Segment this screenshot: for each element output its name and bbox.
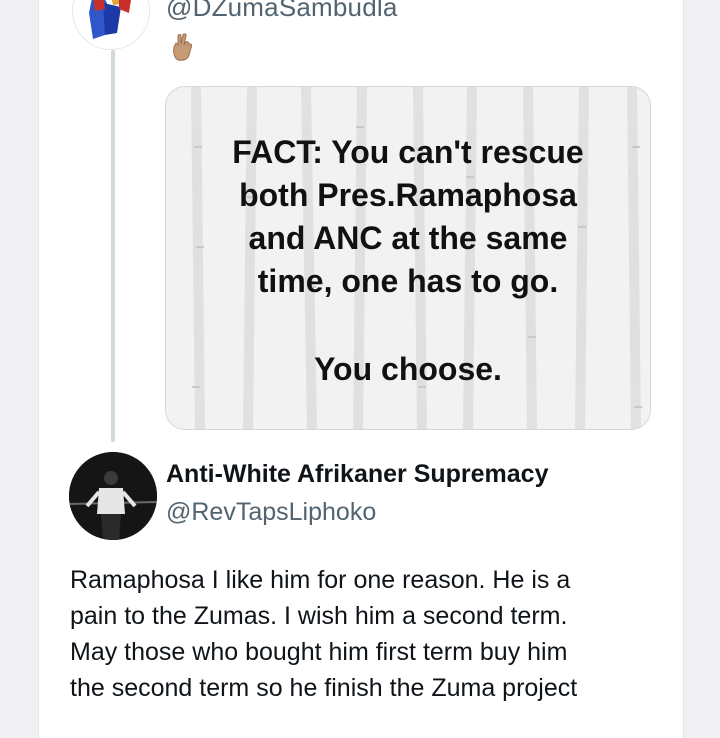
author-handle[interactable]: @RevTapsLiphoko <box>166 498 376 527</box>
media-text-line: and ANC at the same <box>248 220 568 256</box>
tweet-text-line: Ramaphosa I like him for one reason. He … <box>70 566 571 594</box>
media-closing-text: You choose. <box>314 351 502 387</box>
avatar-image <box>69 452 157 540</box>
media-fact-text: FACT: You can't rescue both Pres.Ramapho… <box>166 131 650 303</box>
tweet-text: Ramaphosa I like him for one reason. He … <box>70 562 670 706</box>
media-text-line: both Pres.Ramaphosa <box>239 177 577 213</box>
media-text-line: time, one has to go. <box>257 263 559 299</box>
media-text-line: FACT: You can't rescue <box>232 134 584 170</box>
tweet-media-image[interactable]: FACT: You can't rescue both Pres.Ramapho… <box>165 86 651 430</box>
crossed-fingers-icon <box>170 32 196 62</box>
author-display-name[interactable]: Anti-White Afrikaner Supremacy <box>166 460 586 489</box>
thread-connector-line <box>111 50 115 442</box>
tweet-text-line: pain to the Zumas. I wish him a second t… <box>70 602 568 630</box>
avatar[interactable] <box>69 452 157 540</box>
tweet-text-line: the second term so he finish the Zuma pr… <box>70 674 578 702</box>
tweet-text-line: May those who bought him first term buy … <box>70 638 568 666</box>
author-handle[interactable]: @DZumaSambudla <box>166 0 398 23</box>
